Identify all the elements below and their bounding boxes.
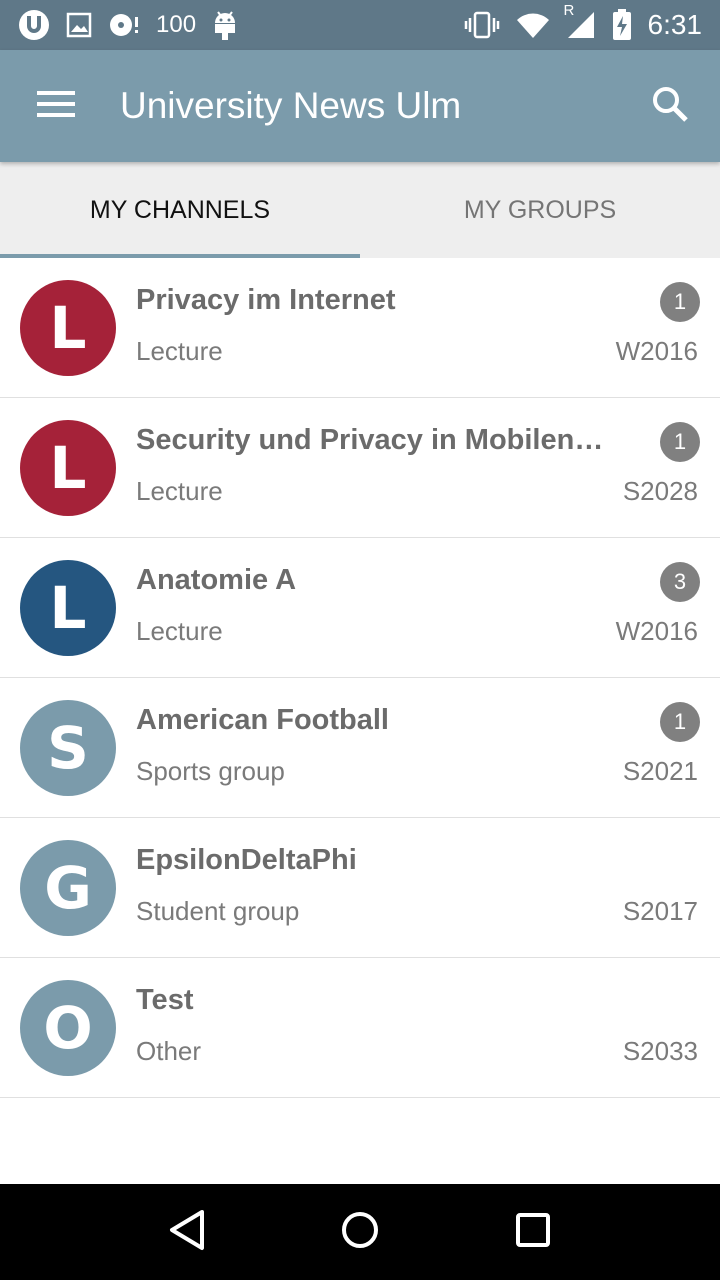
list-item[interactable]: G EpsilonDeltaPhi Student group S2017 xyxy=(0,818,720,958)
channel-list: L Privacy im Internet 1 Lecture W2016 L … xyxy=(0,258,720,1098)
status-bar: 100 R 6:31 xyxy=(0,0,720,50)
channel-type: Lecture xyxy=(136,336,223,366)
system-navigation-bar xyxy=(0,1184,720,1280)
app-bar: University News Ulm xyxy=(0,50,720,162)
android-icon xyxy=(212,9,238,41)
wifi-icon xyxy=(516,11,550,39)
channel-type: Lecture xyxy=(136,616,223,646)
recents-square-icon xyxy=(515,1212,551,1253)
tab-my-groups[interactable]: MY GROUPS xyxy=(360,162,720,258)
avatar: G xyxy=(20,840,116,936)
channel-title: Anatomie A xyxy=(136,564,297,596)
tab-label: MY GROUPS xyxy=(463,195,617,224)
vibrate-icon xyxy=(464,10,500,40)
list-item[interactable]: L Security und Privacy in Mobilen… 1 Lec… xyxy=(0,398,720,538)
menu-button[interactable] xyxy=(0,50,112,162)
channel-type: Student group xyxy=(136,896,300,926)
channel-title: EpsilonDeltaPhi xyxy=(136,844,357,876)
battery-charging-icon xyxy=(612,9,632,41)
hamburger-menu-icon xyxy=(36,89,76,124)
channel-term: W2016 xyxy=(615,336,698,366)
avatar: L xyxy=(20,280,116,376)
channel-type: Lecture xyxy=(136,476,223,506)
channel-term: W2016 xyxy=(615,616,698,646)
unread-badge: 1 xyxy=(660,422,700,462)
avatar: O xyxy=(20,980,116,1076)
search-button[interactable] xyxy=(620,50,720,162)
avatar: L xyxy=(20,560,116,656)
channel-title: Privacy im Internet xyxy=(136,284,396,316)
channel-term: S2033 xyxy=(622,1036,698,1066)
channel-type: Other xyxy=(136,1036,202,1066)
unread-badge: 3 xyxy=(660,562,700,602)
home-circle-icon xyxy=(340,1210,380,1255)
tab-label: MY CHANNELS xyxy=(89,195,271,224)
avatar-letter: G xyxy=(44,854,92,922)
recents-button[interactable] xyxy=(493,1192,573,1272)
disc-notification-icon xyxy=(108,11,140,39)
avatar-letter: O xyxy=(43,994,93,1062)
channel-title: American Football xyxy=(136,704,389,736)
list-item[interactable]: L Privacy im Internet 1 Lecture W2016 xyxy=(0,258,720,398)
list-item[interactable]: S American Football 1 Sports group S2021 xyxy=(0,678,720,818)
back-triangle-icon xyxy=(167,1209,207,1256)
channel-title: Test xyxy=(136,984,194,1016)
home-button[interactable] xyxy=(320,1192,400,1272)
avatar: L xyxy=(20,420,116,516)
tab-bar: MY CHANNELS MY GROUPS xyxy=(0,162,720,258)
avatar-letter: S xyxy=(47,714,89,782)
signal-icon: R xyxy=(564,2,596,40)
avatar-letter: L xyxy=(49,574,87,642)
search-icon xyxy=(651,85,689,128)
avatar-letter: L xyxy=(49,434,87,502)
list-item[interactable]: L Anatomie A 3 Lecture W2016 xyxy=(0,538,720,678)
avatar: S xyxy=(20,700,116,796)
channel-type: Sports group xyxy=(136,756,285,786)
tab-my-channels[interactable]: MY CHANNELS xyxy=(0,162,360,258)
image-notification-icon xyxy=(66,12,92,38)
channel-term: S2017 xyxy=(622,896,698,926)
status-time: 6:31 xyxy=(647,9,703,40)
channel-title: Security und Privacy in Mobilen… xyxy=(136,424,604,456)
app-notification-icon xyxy=(18,9,50,41)
unread-badge: 1 xyxy=(660,282,700,322)
signal-label: R xyxy=(563,2,575,19)
app-title: University News Ulm xyxy=(120,85,462,126)
channel-term: S2028 xyxy=(622,476,698,506)
notification-count: 100 xyxy=(156,11,197,38)
avatar-letter: L xyxy=(49,294,87,362)
back-button[interactable] xyxy=(147,1192,227,1272)
unread-badge: 1 xyxy=(660,702,700,742)
list-item[interactable]: O Test Other S2033 xyxy=(0,958,720,1098)
channel-term: S2021 xyxy=(622,756,698,786)
